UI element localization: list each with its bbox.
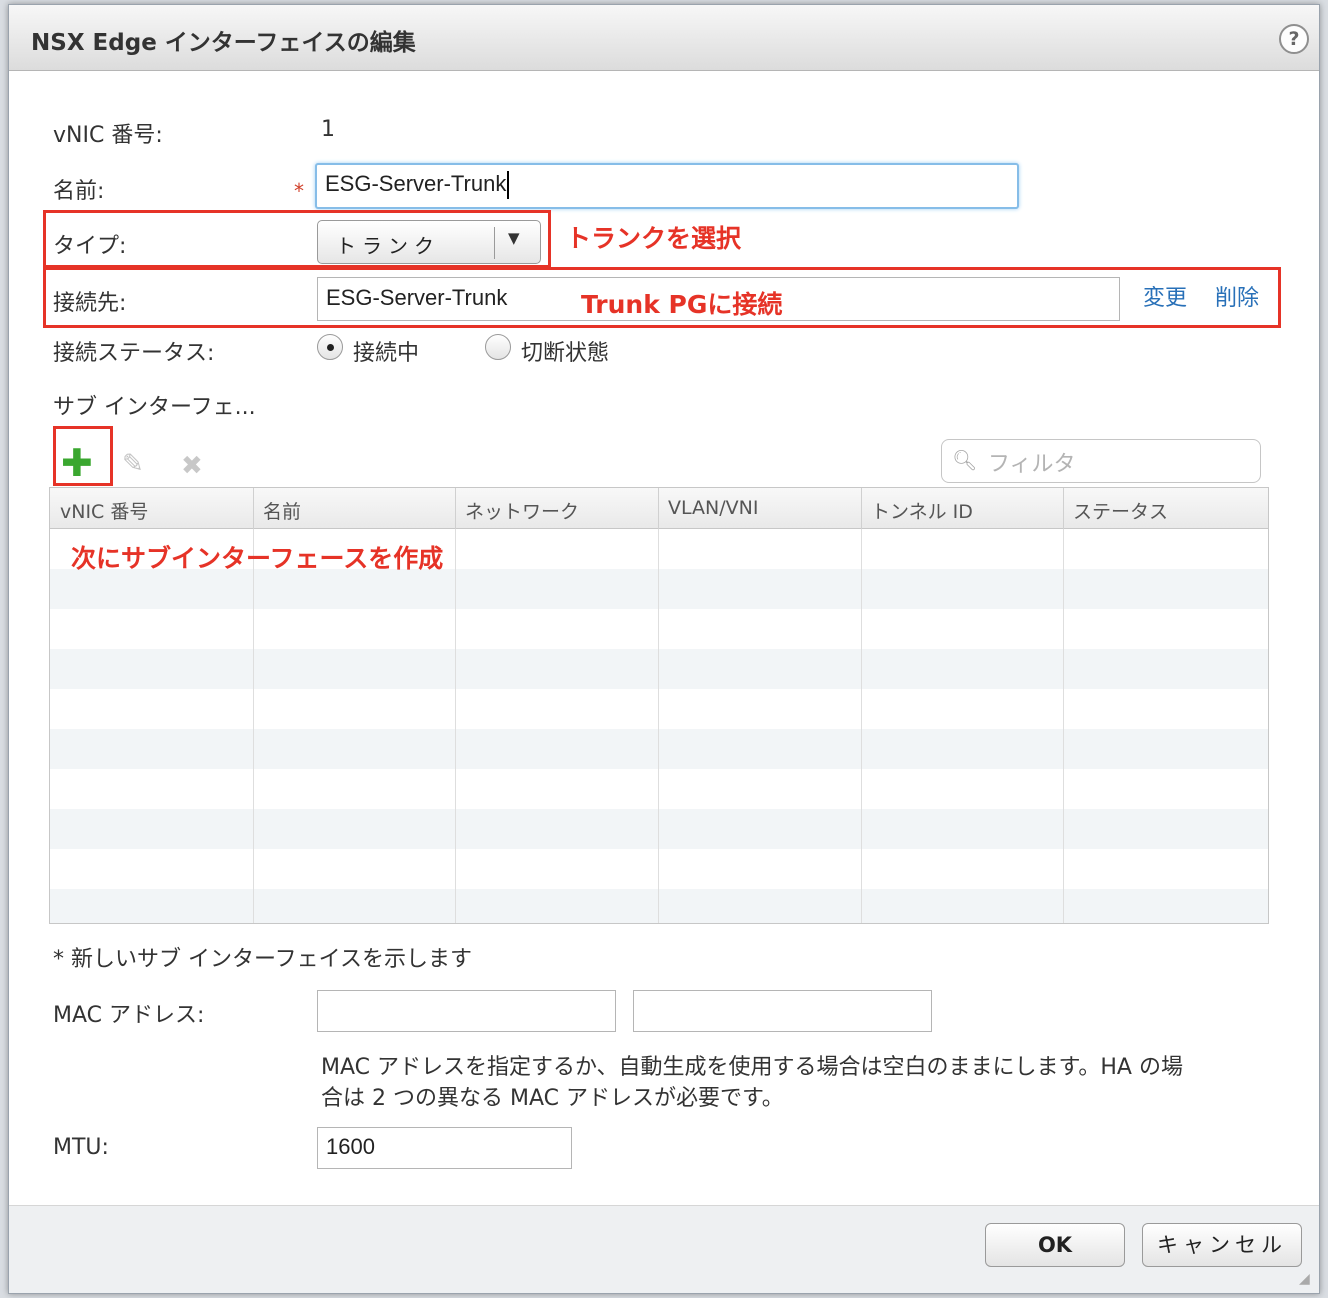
name-input-value: ESG-Server-Trunk [325, 171, 507, 196]
column-name[interactable]: 名前 [263, 497, 301, 524]
column-vnic-number[interactable]: vNIC 番号 [60, 497, 148, 524]
column-divider [861, 488, 862, 529]
dialog-title: NSX Edge インターフェイスの編集 [31, 30, 416, 56]
type-highlight-box [43, 210, 551, 268]
mac-address-input-1[interactable] [317, 990, 616, 1032]
vnic-number-label: vNIC 番号: [53, 123, 163, 148]
mtu-label: MTU: [53, 1135, 109, 1160]
column-vlan-vni[interactable]: VLAN/VNI [668, 497, 758, 519]
connected-highlight-box [43, 267, 1281, 328]
create-annotation: 次にサブインターフェースを作成 [71, 544, 444, 573]
required-marker: * [294, 179, 304, 203]
grid-header: vNIC 番号 名前 ネットワーク VLAN/VNI トンネル ID ステータス [50, 488, 1268, 529]
column-network[interactable]: ネットワーク [465, 497, 579, 524]
new-subinterface-note: * 新しいサブ インターフェイスを示します [53, 947, 473, 972]
table-row[interactable] [50, 729, 1268, 769]
mac-address-input-2[interactable] [633, 990, 932, 1032]
edit-interface-dialog: NSX Edge インターフェイスの編集 ? vNIC 番号: 1 名前: * … [8, 4, 1320, 1294]
grid-column-line [861, 529, 862, 923]
delete-icon[interactable]: ✖ [181, 451, 203, 481]
add-highlight-box [53, 426, 113, 486]
disconnected-radio-label: 切断状態 [521, 341, 610, 366]
connected-radio[interactable] [317, 334, 343, 360]
help-icon[interactable]: ? [1279, 24, 1309, 54]
cancel-button[interactable]: キャンセル [1142, 1223, 1302, 1267]
table-row[interactable] [50, 689, 1268, 729]
table-row[interactable] [50, 569, 1268, 609]
mac-help-text-line2: 合は 2 つの異なる MAC アドレスが必要です。 [321, 1086, 784, 1111]
search-icon: 🔍︎ [952, 448, 978, 472]
table-row[interactable] [50, 809, 1268, 849]
column-status[interactable]: ステータス [1073, 497, 1168, 524]
table-row[interactable] [50, 649, 1268, 689]
sub-interface-label: サブ インターフェ... [53, 395, 256, 420]
column-tunnel-id[interactable]: トンネル ID [871, 497, 973, 524]
grid-column-line [253, 529, 254, 923]
type-annotation: トランクを選択 [566, 224, 742, 253]
filter-placeholder: フィルタ [988, 452, 1076, 477]
column-divider [455, 488, 456, 529]
mtu-input[interactable]: 1600 [317, 1127, 572, 1169]
connection-status-label: 接続ステータス: [53, 341, 215, 366]
text-caret [507, 171, 510, 200]
resize-grip-icon[interactable]: ◢ [1299, 1271, 1310, 1287]
table-row[interactable] [50, 889, 1268, 923]
disconnected-radio[interactable] [485, 334, 511, 360]
name-input[interactable]: ESG-Server-Trunk [315, 163, 1019, 209]
mac-help-text-line1: MAC アドレスを指定するか、自動生成を使用する場合は空白のままにします。HA … [321, 1055, 1183, 1080]
pencil-icon[interactable]: ✎ [122, 449, 144, 479]
name-label: 名前: [53, 179, 105, 204]
table-row[interactable] [50, 769, 1268, 809]
column-divider [658, 488, 659, 529]
table-row[interactable] [50, 849, 1268, 889]
dialog-titlebar: NSX Edge インターフェイスの編集 ? [9, 5, 1319, 71]
connected-radio-label: 接続中 [353, 341, 420, 366]
grid-column-line [455, 529, 456, 923]
grid-column-line [1063, 529, 1064, 923]
grid-column-line [658, 529, 659, 923]
column-divider [253, 488, 254, 529]
ok-button[interactable]: OK [985, 1223, 1125, 1267]
column-divider [1063, 488, 1064, 529]
table-row[interactable] [50, 609, 1268, 649]
vnic-number-value: 1 [321, 117, 335, 142]
filter-input[interactable]: 🔍︎ フィルタ [941, 439, 1261, 483]
mac-address-label: MAC アドレス: [53, 1003, 205, 1028]
